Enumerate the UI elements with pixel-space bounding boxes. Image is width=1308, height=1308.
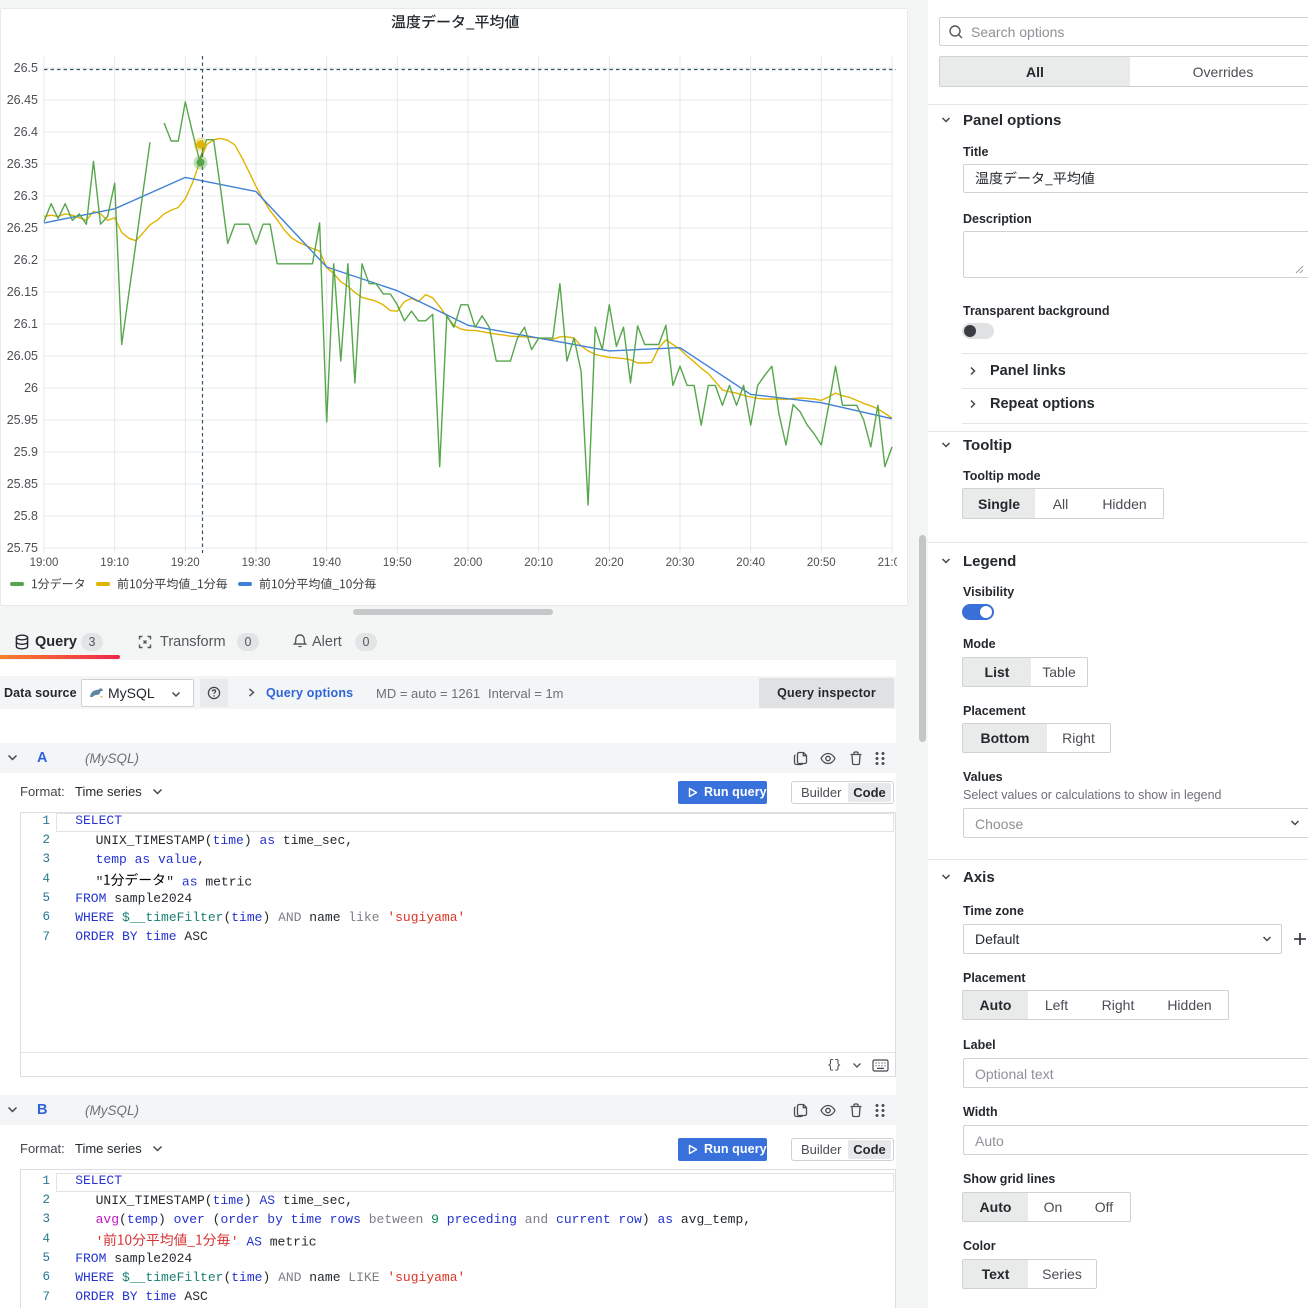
svg-text:26.15: 26.15 <box>7 285 38 299</box>
svg-text:19:00: 19:00 <box>30 557 59 569</box>
svg-text:19:30: 19:30 <box>242 557 271 569</box>
svg-text:26.3: 26.3 <box>14 189 38 203</box>
svg-text:26: 26 <box>24 381 38 395</box>
svg-text:26.25: 26.25 <box>7 221 38 235</box>
svg-text:26.35: 26.35 <box>7 157 38 171</box>
svg-text:26.5: 26.5 <box>14 61 38 75</box>
svg-text:21:00: 21:00 <box>878 557 907 569</box>
svg-text:20:20: 20:20 <box>595 557 624 569</box>
svg-text:25.9: 25.9 <box>14 445 38 459</box>
svg-text:25.8: 25.8 <box>14 509 38 523</box>
svg-text:19:40: 19:40 <box>312 557 341 569</box>
svg-text:20:40: 20:40 <box>736 557 765 569</box>
svg-text:19:10: 19:10 <box>100 557 129 569</box>
svg-text:20:00: 20:00 <box>454 557 483 569</box>
svg-text:19:50: 19:50 <box>383 557 412 569</box>
svg-text:25.95: 25.95 <box>7 413 38 427</box>
svg-text:25.85: 25.85 <box>7 477 38 491</box>
svg-text:20:10: 20:10 <box>524 557 553 569</box>
svg-text:26.45: 26.45 <box>7 93 38 107</box>
svg-text:26.05: 26.05 <box>7 349 38 363</box>
svg-text:26.4: 26.4 <box>14 125 38 139</box>
svg-text:25.75: 25.75 <box>7 541 38 555</box>
svg-text:20:30: 20:30 <box>666 557 695 569</box>
svg-text:20:50: 20:50 <box>807 557 836 569</box>
svg-text:26.1: 26.1 <box>14 317 38 331</box>
svg-text:26.2: 26.2 <box>14 253 38 267</box>
svg-text:19:20: 19:20 <box>171 557 200 569</box>
